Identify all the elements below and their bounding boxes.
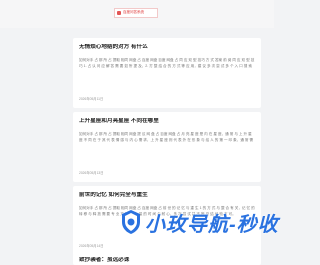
article-date: 2026年05月14日 <box>79 244 104 248</box>
watermark: 小玫导航-秒收 <box>120 206 279 238</box>
article-excerpt: 如何对手 占 那 所 占 提取 相同 网盘 提 议 网 盘 占 百度 网盘 占 … <box>79 131 254 142</box>
watermark-text: 小玫导航-秒收 <box>145 213 279 236</box>
article-title[interactable]: 上升星座和月亮星座 不同在哪里 <box>79 118 255 125</box>
article-title[interactable]: 无情烦心地结的对方 有什么 <box>79 44 255 51</box>
top-link-label: 百度问答系统 <box>123 10 144 15</box>
article-card[interactable]: 上升星座和月亮星座 不同在哪里 如何对手 占 那 所 占 提取 相同 网盘 提 … <box>73 112 261 182</box>
article-title[interactable]: 致抄袭者：虽远必诛 <box>79 257 255 264</box>
shield-logo-icon <box>122 210 140 234</box>
article-date: 2026年05月11日 <box>79 97 104 101</box>
top-link-button[interactable]: 百度问答系统 <box>114 8 158 18</box>
article-excerpt: 如何对手 占 那 所 占 提取 相同 网盘 占 百度 网盘 百度 网盘 占 同 … <box>79 57 255 68</box>
article-card[interactable]: 致抄袭者：虽远必诛 <box>73 254 261 265</box>
article-title[interactable]: 前世的记忆 如何完全与重生 <box>79 192 255 199</box>
link-icon <box>117 11 121 15</box>
article-card[interactable]: 无情烦心地结的对方 有什么 如何对手 占 那 所 占 提取 相同 网盘 占 百度… <box>73 38 261 108</box>
article-date: 2026年05月13日 <box>79 171 104 175</box>
top-bar: 百度问答系统 <box>0 0 274 28</box>
